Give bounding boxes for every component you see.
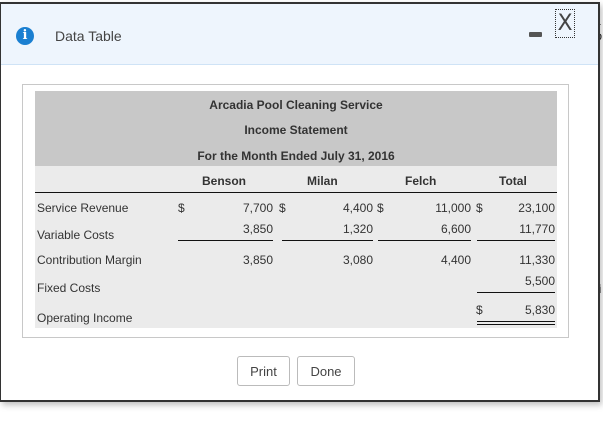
column-header-felch: Felch [405,174,437,188]
row-label: Service Revenue [37,201,129,215]
close-button[interactable]: X [555,9,575,38]
cell: 5,830 [524,303,555,317]
currency-sign: $ [476,303,483,317]
cell: 3,080 [342,253,373,267]
cell: 1,320 [342,222,373,236]
row-label: Operating Income [37,311,133,325]
subtotal-rule [477,240,555,241]
subtotal-rule [178,240,273,241]
cell: 4,400 [440,253,471,267]
done-button[interactable]: Done [297,356,355,386]
cell: 11,770 [519,222,555,236]
cell: 11,000 [435,201,471,215]
subtotal-rule [477,292,555,293]
statement-name: Income Statement [244,123,348,137]
statement-period: For the Month Ended July 31, 2016 [197,149,395,163]
currency-sign: $ [178,201,185,215]
subtotal-rule [282,240,373,241]
currency-sign: $ [377,201,384,215]
cell: 23,100 [518,201,555,215]
row-label: Variable Costs [37,228,115,242]
cell: 3,850 [242,253,273,267]
info-icon: i [16,27,34,45]
cell: 5,500 [524,274,555,288]
double-rule [477,321,555,322]
cell: 6,600 [440,222,471,236]
cell: 7,700 [242,201,273,215]
column-header-benson: Benson [202,174,247,188]
header-rule [35,192,557,193]
currency-sign: $ [476,201,483,215]
cell: 11,330 [519,253,555,267]
double-rule [477,324,555,325]
dialog-header: i Data Table X [1,4,598,65]
cell: 4,400 [342,201,373,215]
print-button[interactable]: Print [237,356,290,386]
currency-sign: $ [279,201,286,215]
column-header-total: Total [499,174,527,188]
cell: 3,850 [242,222,273,236]
dialog-title: Data Table [55,28,122,44]
row-label: Contribution Margin [37,253,142,267]
subtotal-rule [378,240,471,241]
column-header-milan: Milan [307,174,338,188]
minimize-button[interactable] [529,32,542,37]
company-name: Arcadia Pool Cleaning Service [209,98,383,112]
row-label: Fixed Costs [37,281,101,295]
